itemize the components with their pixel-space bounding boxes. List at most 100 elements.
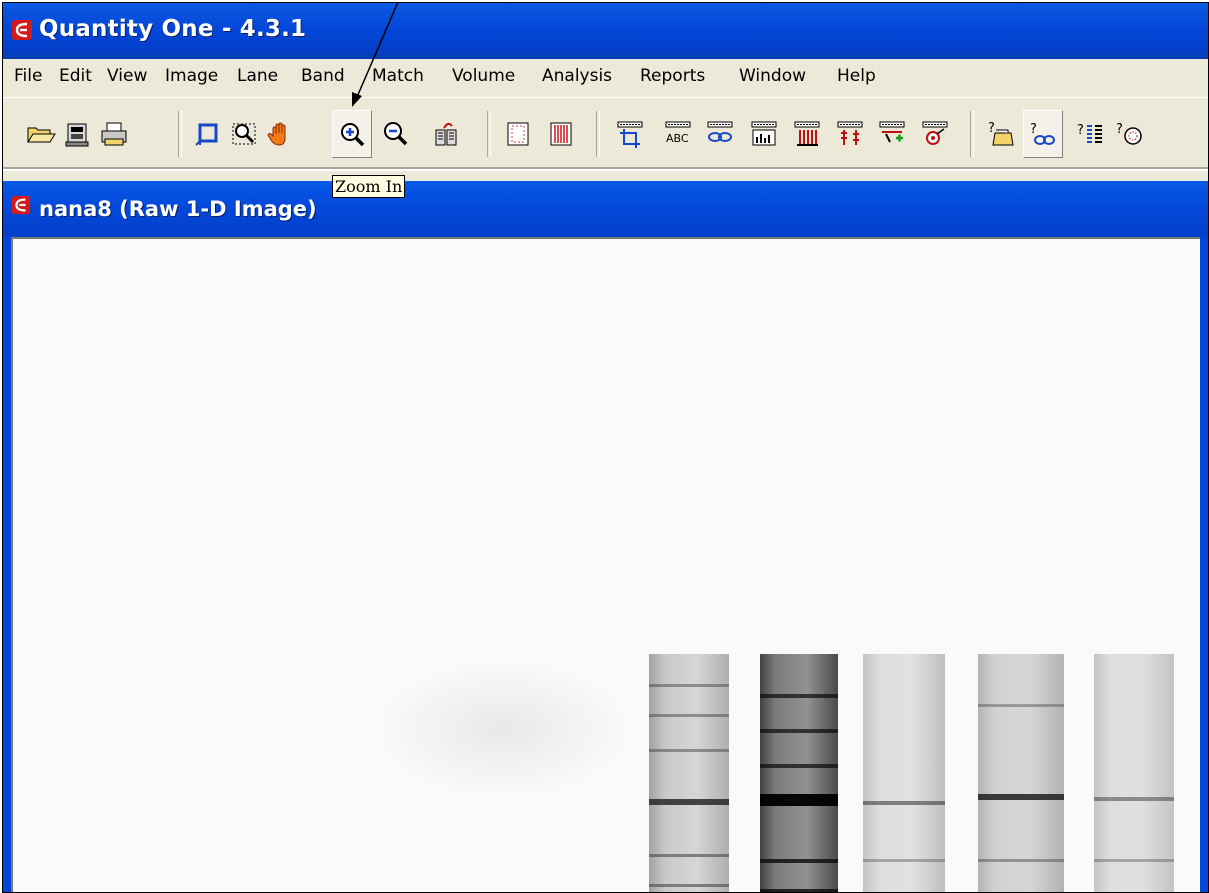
gel-band [760, 764, 838, 768]
lane-frame-button[interactable] [498, 110, 538, 158]
toolbar-divider [3, 169, 1208, 171]
document-title: nana8 (Raw 1-D Image) [39, 197, 317, 221]
image-stack-button[interactable] [426, 110, 466, 158]
toolbar-separator [487, 111, 491, 157]
gel-band [760, 694, 838, 698]
menu-volume[interactable]: Volume [452, 66, 515, 86]
print-icon [101, 122, 127, 146]
help-folder-button[interactable]: ? [982, 110, 1022, 158]
frame-histogram-button[interactable] [744, 110, 784, 158]
open-button[interactable] [21, 110, 61, 158]
zoom-out-icon [384, 122, 408, 146]
zoom-in-icon [341, 123, 365, 147]
menu-image[interactable]: Image [165, 66, 218, 86]
frame-target-icon [922, 121, 948, 145]
frame-target-button[interactable] [915, 110, 955, 158]
menu-edit[interactable]: Edit [59, 66, 92, 86]
magnifier-select-icon [232, 123, 256, 145]
magnifier-select-button[interactable] [225, 110, 265, 158]
window-title: Quantity One - 4.3.1 [39, 16, 307, 42]
scanner-button[interactable] [58, 110, 98, 158]
gel-lane [1094, 654, 1174, 892]
app-window: Quantity One - 4.3.1 File Edit View Imag… [2, 2, 1209, 893]
gel-band [978, 794, 1064, 800]
help-list-button[interactable]: ? [1072, 110, 1112, 158]
menu-lane[interactable]: Lane [237, 66, 278, 86]
menu-reports[interactable]: Reports [640, 66, 705, 86]
gel-background-smudge [373, 659, 633, 799]
frame-red-bands-icon [837, 121, 863, 145]
scanner-icon [65, 123, 89, 147]
title-bar: Quantity One - 4.3.1 [3, 3, 1208, 59]
menu-help[interactable]: Help [837, 66, 876, 86]
svg-text:?: ? [988, 121, 995, 136]
hand-button[interactable] [261, 110, 301, 158]
gel-band [978, 704, 1064, 707]
menu-match[interactable]: Match [372, 66, 424, 86]
menu-bar: File Edit View Image Lane Band Match Vol… [3, 61, 1208, 93]
image-stack-icon [435, 122, 457, 146]
frame-histogram-icon [751, 121, 777, 146]
menu-band[interactable]: Band [301, 66, 345, 86]
zoom-in-button[interactable] [332, 110, 372, 158]
hand-grab-icon [267, 122, 286, 146]
document-frame-right [1200, 237, 1208, 892]
gel-band [649, 749, 729, 752]
frame-crop-icon [617, 121, 643, 148]
frame-link-button[interactable] [700, 110, 740, 158]
gel-band [1094, 859, 1174, 862]
help-dial-icon: ? [1116, 122, 1142, 145]
gel-band [760, 889, 838, 892]
menu-view[interactable]: View [107, 66, 147, 86]
toolbar-separator [596, 111, 600, 157]
toolbar-separator [178, 111, 182, 157]
gel-band [760, 794, 838, 806]
help-link-icon: ? [1030, 122, 1055, 145]
gel-band [649, 854, 729, 857]
frame-abc-icon: ABC [665, 121, 691, 145]
menu-file[interactable]: File [14, 66, 42, 86]
help-list-icon: ? [1077, 123, 1102, 143]
lane-frame-icon [507, 122, 529, 146]
crop-icon [195, 123, 218, 146]
gel-band [649, 714, 729, 717]
help-dial-button[interactable]: ? [1111, 110, 1151, 158]
menu-analysis[interactable]: Analysis [542, 66, 612, 86]
gel-band [649, 884, 729, 887]
frame-link-icon [707, 121, 733, 142]
svg-text:?: ? [1030, 122, 1037, 137]
gel-band [978, 859, 1064, 862]
frame-add-button[interactable] [872, 110, 912, 158]
gel-image-canvas[interactable] [11, 237, 1200, 892]
gel-band [649, 799, 729, 805]
app-logo-icon [12, 20, 32, 40]
gel-lane [978, 654, 1064, 892]
gel-band [649, 684, 729, 687]
gel-lane [760, 654, 838, 892]
help-link-button[interactable]: ? [1023, 110, 1063, 158]
toolbar-separator [970, 111, 974, 157]
frame-crop-button[interactable] [610, 110, 650, 158]
frame-abc-button[interactable]: ABC [658, 110, 698, 158]
lane-grid-icon [550, 122, 572, 146]
gel-band [1094, 797, 1174, 801]
open-icon [27, 127, 56, 143]
menu-window[interactable]: Window [739, 66, 806, 86]
lane-grid-button[interactable] [541, 110, 581, 158]
gel-lane [863, 654, 945, 892]
crop-button[interactable] [187, 110, 227, 158]
frame-bars-icon [794, 121, 820, 146]
svg-text:?: ? [1077, 123, 1084, 138]
zoom-out-button[interactable] [376, 110, 416, 158]
gel-lane [649, 654, 729, 892]
frame-red-bands-button[interactable] [830, 110, 870, 158]
gel-band [760, 859, 838, 863]
svg-text:ABC: ABC [666, 132, 689, 145]
print-button[interactable] [94, 110, 134, 158]
gel-band [863, 859, 945, 862]
frame-bars-button[interactable] [787, 110, 827, 158]
document-frame-left [3, 237, 11, 892]
document-logo-icon [11, 195, 31, 215]
gel-band [760, 729, 838, 733]
svg-text:?: ? [1116, 122, 1123, 137]
